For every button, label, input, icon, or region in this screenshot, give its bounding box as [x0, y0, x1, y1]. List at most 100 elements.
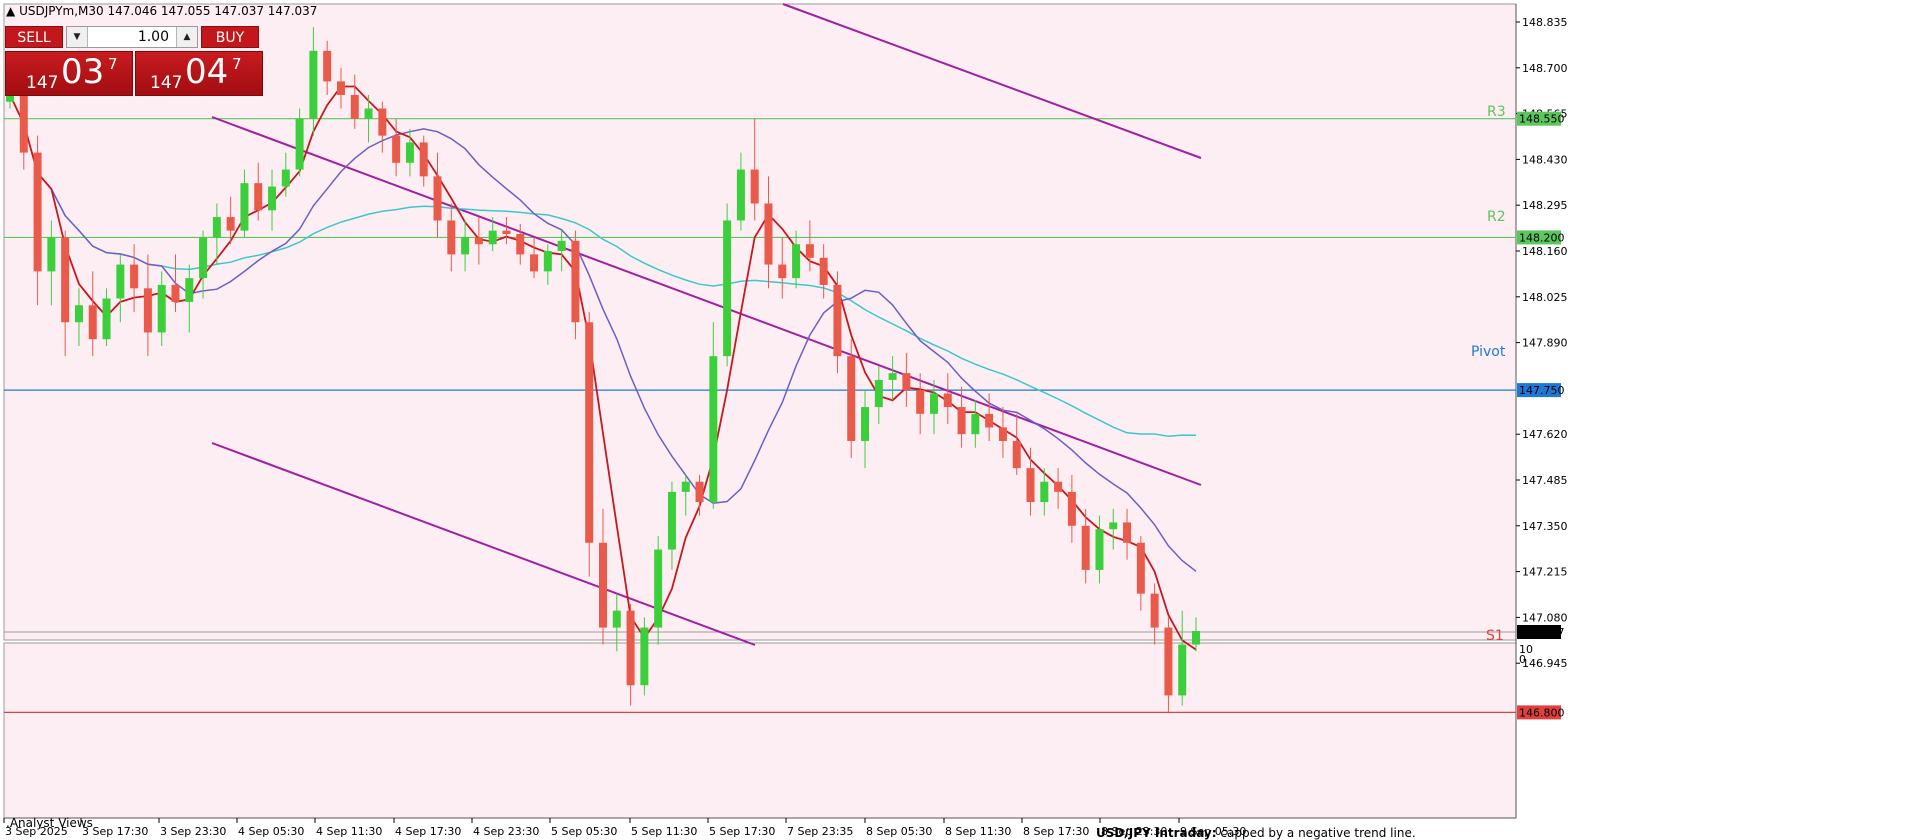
r3-label: R3 — [1487, 104, 1506, 120]
candle-body — [185, 278, 194, 302]
lot-size-field[interactable]: ▼ 1.00 ▲ — [66, 26, 198, 48]
candle-body — [1012, 440, 1021, 469]
buy-price-pip: 7 — [232, 55, 242, 73]
symbol-ohlc-text: USDJPYm,M30 147.046 147.055 147.037 147.… — [19, 4, 318, 18]
collapse-triangle-icon[interactable]: ▲ — [6, 4, 15, 18]
lot-decrease-icon[interactable]: ▼ — [67, 27, 88, 47]
candle-body — [1095, 529, 1104, 570]
time-tick-label: 4 Sep 05:30 — [238, 825, 304, 838]
time-tick-label: 5 Sep 17:30 — [709, 825, 775, 838]
news-title: USD/JPY Intraday: — [1096, 826, 1217, 840]
candle-body — [157, 284, 166, 333]
buy-button[interactable]: BUY — [201, 26, 259, 48]
candle-body — [419, 142, 428, 177]
time-axis-ticks: 3 Sep 2025 3 Sep 17:30 3 Sep 23:30 4 Sep 05… — [3, 818, 1246, 838]
candle-body — [143, 288, 152, 333]
candle-body — [474, 237, 483, 245]
candle-body — [640, 627, 649, 686]
pivot-label: Pivot — [1471, 344, 1506, 360]
candle-body — [392, 135, 401, 163]
time-tick-label: 8 Sep 11:30 — [945, 825, 1011, 838]
candle-body — [585, 322, 594, 543]
candle-body — [847, 356, 856, 441]
candle-body — [1164, 627, 1173, 696]
candle-body — [957, 407, 966, 435]
candle-body — [323, 50, 332, 82]
candle-body — [736, 169, 745, 221]
candle-body — [1109, 522, 1118, 530]
candle-body — [33, 152, 42, 272]
candle-body — [819, 257, 828, 285]
candle-body — [543, 251, 552, 272]
price-tick-label: 147.890 — [1522, 337, 1568, 350]
sell-price-prefix: 147 — [26, 73, 59, 93]
buy-price-main: 04 — [185, 52, 229, 92]
candle-body — [61, 237, 70, 323]
candle-body — [778, 264, 787, 279]
candle-body — [985, 413, 994, 428]
candle-body — [240, 183, 249, 231]
candle-body — [268, 186, 277, 211]
candle-body — [1040, 481, 1049, 503]
candle-body — [695, 481, 704, 503]
time-tick-label: 3 Sep 23:30 — [160, 825, 226, 838]
candle-body — [902, 373, 911, 391]
lot-increase-icon[interactable]: ▲ — [176, 27, 197, 47]
candle-body — [254, 183, 263, 211]
candle-body — [888, 373, 897, 380]
candle-body — [1081, 525, 1090, 570]
candle-body — [750, 169, 759, 204]
candle-body — [571, 240, 580, 323]
price-tick-label: 147.485 — [1522, 474, 1568, 487]
candle-body — [626, 610, 635, 686]
r3-price-tag-text: 148.550 — [1519, 113, 1565, 126]
candle-body — [599, 542, 607, 628]
time-tick-label: 4 Sep 17:30 — [395, 825, 461, 838]
candle-body — [281, 169, 290, 187]
candle-body — [1136, 542, 1145, 594]
candle-body — [102, 298, 111, 340]
pivot-price-tag-text: 147.750 — [1519, 384, 1565, 397]
time-tick-label: 8 Sep 05:30 — [866, 825, 932, 838]
price-tick-label: 147.215 — [1522, 566, 1568, 579]
chart-plot-area[interactable] — [3, 3, 1517, 641]
current-price-tag-text: 147.037 — [1519, 626, 1565, 639]
candle-body — [171, 284, 180, 302]
indicator-subwindow[interactable] — [3, 642, 1517, 819]
candle-body — [667, 491, 676, 550]
news-headline: USD/JPY Intraday: capped by a negative t… — [1096, 826, 1416, 840]
lot-size-value[interactable]: 1.00 — [89, 27, 175, 47]
sell-price-button[interactable]: 147 03 7 — [5, 51, 133, 96]
candle-body — [433, 176, 442, 221]
price-chart[interactable]: 148.835148.700148.565148.430148.295148.1… — [0, 0, 1916, 840]
buy-price-button[interactable]: 147 04 7 — [135, 51, 263, 96]
buy-price-prefix: 147 — [150, 73, 183, 93]
candle-body — [350, 94, 359, 119]
candle-body — [88, 305, 97, 340]
candle-body — [723, 220, 732, 357]
price-tick-label: 147.350 — [1522, 520, 1568, 533]
candle-body — [74, 305, 83, 323]
candle-body — [1178, 644, 1187, 696]
candle-body — [998, 427, 1007, 441]
candle-body — [805, 244, 814, 258]
candle-body — [764, 203, 773, 265]
s1-label: S1 — [1486, 628, 1504, 644]
candle-body — [461, 237, 470, 255]
candle-body — [1054, 481, 1063, 492]
time-tick-label: 5 Sep 11:30 — [631, 825, 697, 838]
candle-body — [1150, 593, 1159, 628]
sell-button[interactable]: SELL — [5, 26, 63, 48]
candle-body — [681, 481, 690, 492]
price-tick-label: 147.620 — [1522, 428, 1568, 441]
r2-label: R2 — [1487, 209, 1506, 225]
s1-price-tag-text: 146.800 — [1519, 706, 1565, 719]
candle-body — [405, 142, 414, 163]
sell-price-pip: 7 — [108, 55, 118, 73]
candle-body — [1067, 491, 1076, 526]
candle-body — [612, 610, 621, 628]
candle-body — [833, 284, 842, 357]
candle-body — [309, 50, 318, 119]
price-tick-label: 148.700 — [1522, 62, 1568, 75]
sell-price-main: 03 — [61, 52, 105, 92]
